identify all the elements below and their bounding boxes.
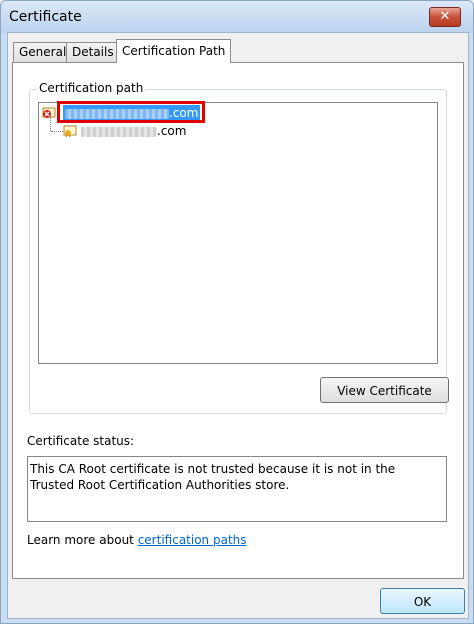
learn-more-text: Learn more about certification paths [27,533,247,547]
tab-details[interactable]: Details [66,42,120,62]
ok-button[interactable]: OK [380,588,465,614]
certificate-status-box[interactable]: This CA Root certificate is not trusted … [27,456,447,522]
tab-general[interactable]: General [13,42,73,62]
close-button[interactable]: ✕ [429,7,461,27]
dialog-client: General Details Certification Path Certi… [7,32,469,619]
certification-path-group: Certification path .com .com View Certif… [29,81,449,414]
certificate-window: Certificate ✕ General Details Certificat… [0,0,474,624]
tab-certification-path[interactable]: Certification Path [116,39,232,63]
tree-node-child-label: .com [81,123,186,139]
certificate-icon [63,125,77,137]
certificate-status-text: This CA Root certificate is not trusted … [30,462,396,492]
window-title: Certificate [9,9,82,25]
close-icon: ✕ [439,9,451,24]
red-highlight-annotation [57,101,205,123]
redacted-text [81,126,157,137]
tree-connector-horizontal [51,131,63,132]
certificate-status-label: Certificate status: [27,434,135,448]
certification-path-panel: Certification path .com .com View Certif… [12,62,464,579]
group-label: Certification path [37,81,146,95]
view-certificate-button[interactable]: View Certificate [320,377,449,403]
title-bar[interactable]: Certificate ✕ [1,1,473,33]
certification-path-tree[interactable]: .com .com [38,101,438,364]
certificate-error-icon [42,107,56,118]
tree-connector [50,117,51,131]
certification-paths-link[interactable]: certification paths [138,533,247,547]
